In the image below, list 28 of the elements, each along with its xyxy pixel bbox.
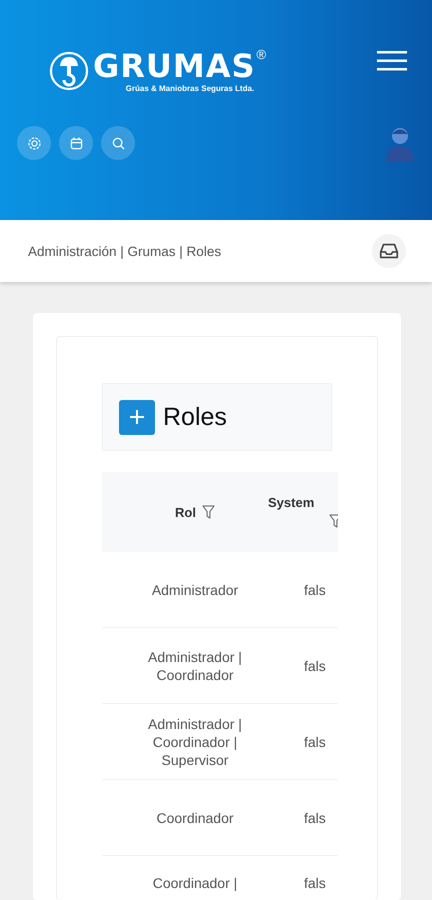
menu-icon [377,51,407,71]
page-title: Roles [163,402,227,432]
table-cell: Administrador [152,580,238,598]
table-cell: fals [304,732,326,750]
table-cell: fals [304,656,326,674]
search-button[interactable] [101,126,135,160]
table-cell: Coordinador | [152,874,238,892]
settings-button[interactable] [17,126,51,160]
crane-hook-icon [49,50,89,90]
user-avatar-icon[interactable] [385,125,415,161]
settings-icon [26,134,42,152]
table-cell: fals [304,874,326,892]
breadcrumb: Administración | Grumas | Roles [28,244,222,258]
table-cell: fals [304,580,326,598]
table-cell: Administrador | Coordinador | Supervisor [147,714,243,768]
table-cell: fals [304,808,326,826]
inbox-button[interactable] [372,234,406,268]
logo-wordmark: GRUMAS [93,48,256,84]
logo-tagline: Grúas & Maniobras Seguras Ltda. [126,84,254,93]
column-header: System [268,495,314,510]
registered-mark: ® [256,48,266,61]
add-button[interactable] [119,400,155,434]
table-cell: Administrador | Coordinador [147,648,243,684]
calendar-button[interactable] [59,126,93,160]
table-cell: Coordinador [156,808,234,826]
column-header: Rol [175,504,196,520]
plus-icon [127,407,147,427]
filter-icon[interactable] [202,504,215,520]
